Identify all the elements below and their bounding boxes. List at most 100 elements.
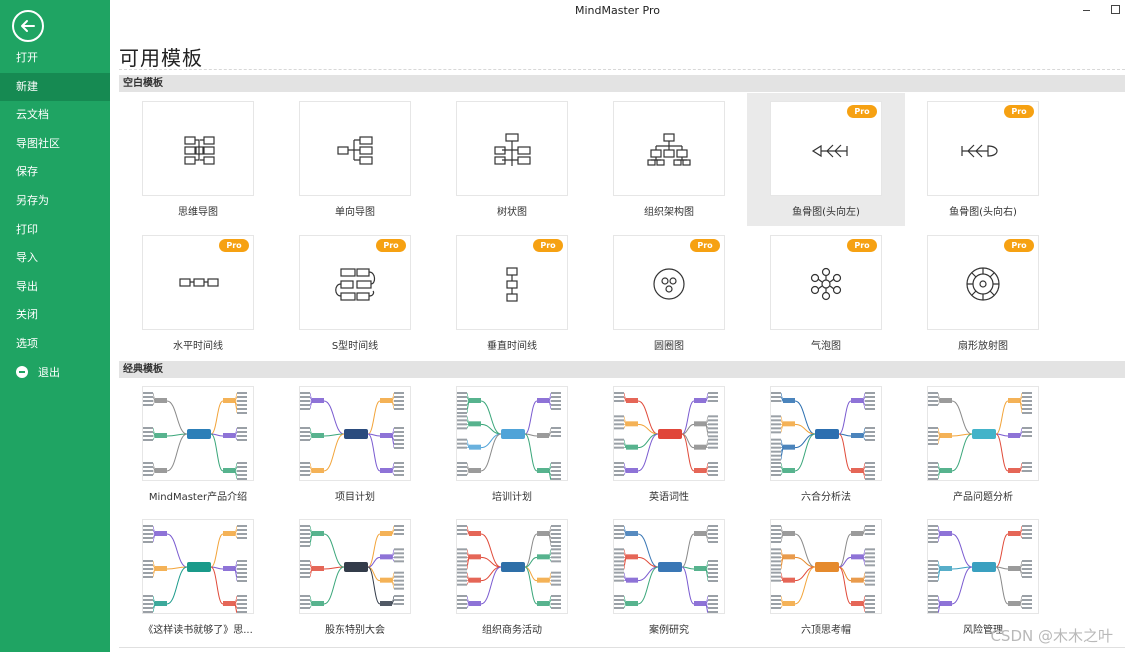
sidebar: 打开新建云文档导图社区保存另存为打印导入导出关闭选项退出	[0, 0, 110, 652]
blank-template-tile[interactable]: Pro 圆圈图	[590, 227, 748, 360]
blank-template-tile[interactable]: Pro 气泡图	[747, 227, 905, 360]
blank-template-tile[interactable]: Pro 鱼骨图(头向左)	[747, 93, 905, 226]
mindmap-preview	[928, 525, 1032, 613]
sidebar-item-9[interactable]: 关闭	[0, 301, 110, 330]
template-label: 鱼骨图(头向右)	[949, 207, 1017, 218]
sidebar-item-label: 保存	[16, 165, 38, 179]
pro-badge: Pro	[690, 239, 720, 252]
pro-badge: Pro	[219, 239, 249, 252]
template-thumbnail: Pro	[613, 235, 725, 330]
mindmap-preview	[300, 525, 404, 609]
mindmap-preview	[614, 392, 718, 476]
sidebar-item-label: 关闭	[16, 308, 38, 322]
arrow-left-icon	[21, 20, 35, 32]
sidebar-item-label: 导入	[16, 251, 38, 265]
exit-icon	[16, 365, 28, 378]
blank-template-tile[interactable]: Pro 鱼骨图(头向右)	[904, 93, 1062, 226]
section-classic-templates: 经典模板	[119, 361, 1125, 378]
classic-template-tile[interactable]: 案例研究	[590, 519, 748, 641]
classic-template-tile[interactable]: 产品问题分析	[904, 386, 1062, 508]
classic-template-tile[interactable]: 六合分析法	[747, 386, 905, 508]
sidebar-item-6[interactable]: 打印	[0, 216, 110, 245]
template-label: 鱼骨图(头向左)	[792, 207, 860, 218]
template-label: 组织商务活动	[482, 625, 542, 636]
mindmap-preview	[143, 392, 247, 480]
sidebar-item-label: 打印	[16, 222, 38, 236]
classic-template-tile[interactable]: 股东特别大会	[276, 519, 434, 641]
blank-template-tile[interactable]: 树状图	[433, 93, 591, 226]
content-bottom-border	[119, 647, 1125, 648]
template-label: 圆圈图	[654, 341, 684, 352]
blank-template-tile[interactable]: Pro 垂直时间线	[433, 227, 591, 360]
classic-template-tile[interactable]: 六顶思考帽	[747, 519, 905, 641]
sidebar-item-7[interactable]: 导入	[0, 244, 110, 273]
blank-template-tile[interactable]: Pro S型时间线	[276, 227, 434, 360]
blank-template-tile[interactable]: 思维导图	[119, 93, 277, 226]
sidebar-item-label: 云文档	[16, 108, 49, 122]
sidebar-item-label: 退出	[38, 365, 60, 379]
sidebar-item-4[interactable]: 保存	[0, 158, 110, 187]
template-preview-image	[770, 519, 882, 614]
page-title: 可用模板	[119, 46, 203, 70]
sidebar-item-label: 打开	[16, 51, 38, 64]
org-chart-icon	[647, 133, 691, 166]
classic-template-tile[interactable]: 英语词性	[590, 386, 748, 508]
sidebar-item-label: 新建	[16, 79, 38, 93]
pro-badge: Pro	[376, 239, 406, 252]
classic-template-tile[interactable]: 项目计划	[276, 386, 434, 508]
sidebar-item-label: 选项	[16, 336, 38, 350]
template-thumbnail: Pro	[456, 235, 568, 330]
template-label: S型时间线	[331, 341, 379, 352]
template-label: 产品问题分析	[953, 492, 1013, 503]
mindmap-preview	[614, 525, 718, 613]
classic-template-tile[interactable]: 培训计划	[433, 386, 591, 508]
pro-badge: Pro	[847, 105, 877, 118]
section-blank-templates: 空白模板	[119, 75, 1125, 92]
pro-badge: Pro	[1004, 105, 1034, 118]
template-label: 案例研究	[649, 625, 689, 636]
minimize-button[interactable]	[1080, 2, 1096, 18]
sidebar-item-2[interactable]: 云文档	[0, 101, 110, 130]
sidebar-item-8[interactable]: 导出	[0, 273, 110, 302]
back-button[interactable]	[12, 10, 44, 42]
sidebar-item-3[interactable]: 导图社区	[0, 130, 110, 159]
sidebar-item-11[interactable]: 退出	[0, 359, 110, 388]
mindmap-preview	[928, 392, 1032, 480]
template-label: 扇形放射图	[958, 341, 1008, 352]
template-preview-image	[299, 386, 411, 481]
classic-template-tile[interactable]: 风险管理	[904, 519, 1062, 641]
tree-icon	[494, 133, 531, 166]
sidebar-menu: 打开新建云文档导图社区保存另存为打印导入导出关闭选项退出	[0, 44, 110, 387]
template-thumbnail	[142, 101, 254, 196]
template-thumbnail: Pro	[299, 235, 411, 330]
mindmap-preview	[457, 525, 561, 609]
sidebar-item-5[interactable]: 另存为	[0, 187, 110, 216]
template-preview-image	[456, 386, 568, 481]
maximize-button[interactable]	[1108, 2, 1124, 18]
template-thumbnail: Pro	[927, 235, 1039, 330]
blank-template-tile[interactable]: 组织架构图	[590, 93, 748, 226]
app-title: MindMaster Pro	[574, 4, 660, 17]
sidebar-item-10[interactable]: 选项	[0, 330, 110, 359]
blank-template-tile[interactable]: Pro 水平时间线	[119, 227, 277, 360]
classic-template-tile[interactable]: MindMaster产品介绍	[119, 386, 277, 508]
mindmap-preview	[457, 392, 561, 480]
template-thumbnail	[299, 101, 411, 196]
watermark: CSDN @木木之叶	[990, 627, 1113, 645]
title-divider	[119, 69, 1125, 70]
template-preview-image	[613, 519, 725, 614]
blank-template-tile[interactable]: Pro 扇形放射图	[904, 227, 1062, 360]
template-preview-image	[456, 519, 568, 614]
template-label: 树状图	[497, 207, 527, 218]
mindmap-icon	[184, 136, 215, 165]
pro-badge: Pro	[533, 239, 563, 252]
sidebar-item-0[interactable]: 打开	[0, 44, 110, 73]
template-preview-image	[770, 386, 882, 481]
blank-template-tile[interactable]: 单向导图	[276, 93, 434, 226]
classic-template-tile[interactable]: 《这样读书就够了》思...	[119, 519, 277, 641]
sidebar-item-1[interactable]: 新建	[0, 72, 110, 102]
sidebar-item-label: 导出	[16, 279, 38, 293]
classic-template-tile[interactable]: 组织商务活动	[433, 519, 591, 641]
template-label: 英语词性	[649, 492, 689, 503]
template-label: 气泡图	[811, 341, 841, 352]
